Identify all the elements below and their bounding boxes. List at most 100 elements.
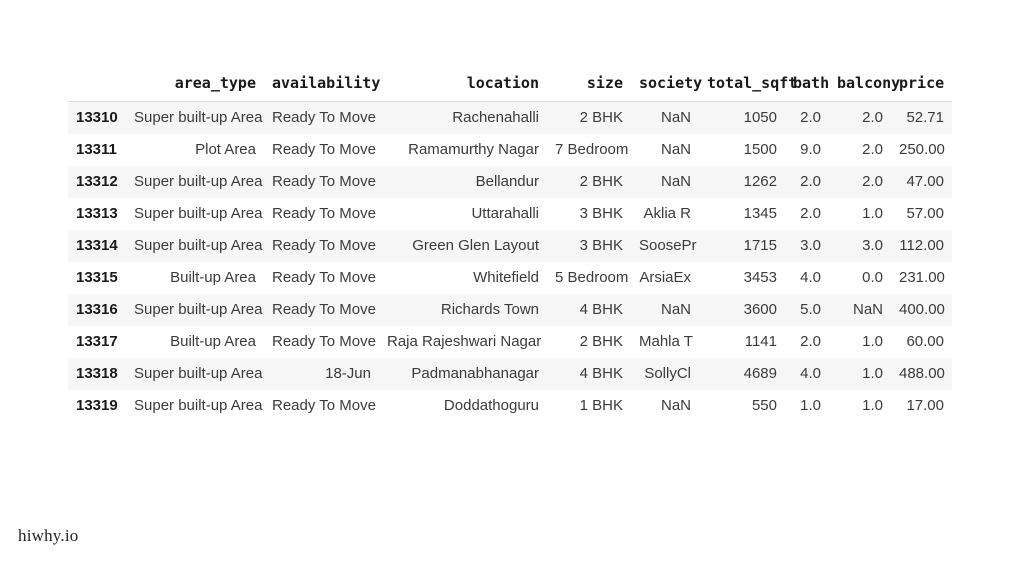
table-body: 13310 Super built-up Area Ready To Move … — [68, 101, 952, 422]
cell-society: NaN — [660, 141, 691, 158]
cell-price: 57.00 — [906, 205, 944, 222]
row-index: 13317 — [76, 333, 118, 350]
cell-location: Ramamurthy Nagar — [408, 141, 539, 158]
cell-size: 2 BHK — [579, 333, 623, 350]
cell-size: 5 Bedroom — [555, 269, 629, 286]
cell-society: Aklia R — [643, 205, 691, 222]
cell-total-sqft: 1262 — [743, 173, 777, 190]
cell-availability: Ready To Move — [272, 205, 376, 222]
cell-size: 1 BHK — [579, 397, 623, 414]
dataframe-table: area_type availability location size soc… — [68, 74, 952, 422]
cell-area-type: Built-up Area — [170, 269, 256, 286]
row-index: 13319 — [76, 397, 118, 414]
cell-size: 7 Bedroom — [555, 141, 629, 158]
cell-price: 488.00 — [899, 365, 945, 382]
cell-location: Doddathoguru — [443, 397, 539, 414]
cell-society: NaN — [660, 109, 691, 127]
header-row: area_type availability location size soc… — [68, 74, 952, 102]
cell-total-sqft: 550 — [751, 397, 777, 414]
cell-bath: 4.0 — [800, 365, 821, 382]
cell-price: 52.71 — [906, 109, 944, 127]
column-header-balcony: balcony — [829, 74, 900, 102]
table-row: 13317 Built-up Area Ready To Move Raja R… — [68, 325, 952, 358]
cell-balcony: 2.0 — [862, 109, 883, 127]
cell-balcony: 1.0 — [862, 205, 883, 222]
cell-bath: 3.0 — [800, 237, 821, 254]
cell-location: Green Glen Layout — [412, 237, 539, 254]
row-index: 13314 — [76, 237, 118, 254]
cell-area-type: Super built-up Area — [134, 365, 263, 382]
cell-size: 2 BHK — [579, 109, 623, 127]
cell-price: 231.00 — [899, 269, 945, 286]
dataframe-container: area_type availability location size soc… — [68, 74, 952, 422]
column-header-index — [68, 74, 126, 102]
column-header-area-type: area_type — [126, 74, 264, 102]
cell-location: Uttarahalli — [471, 205, 539, 222]
cell-location: Padmanabhanagar — [411, 365, 539, 382]
table-row: 13314 Super built-up Area Ready To Move … — [68, 229, 952, 262]
cell-area-type: Super built-up Area — [134, 397, 263, 414]
cell-society: ArsiaEx — [639, 269, 691, 286]
cell-society: NaN — [660, 173, 691, 190]
cell-location: Whitefield — [473, 269, 539, 286]
cell-balcony: 1.0 — [862, 397, 883, 414]
cell-balcony: 1.0 — [862, 365, 883, 382]
table-row: 13319 Super built-up Area Ready To Move … — [68, 389, 952, 422]
cell-total-sqft: 1050 — [743, 109, 777, 127]
cell-price: 112.00 — [899, 237, 944, 254]
cell-location: Rachenahalli — [452, 109, 539, 127]
cell-availability: Ready To Move — [272, 141, 376, 158]
cell-availability: Ready To Move — [272, 173, 376, 190]
cell-balcony: 2.0 — [862, 141, 883, 158]
cell-availability: Ready To Move — [272, 301, 376, 318]
cell-price: 60.00 — [906, 333, 944, 350]
cell-price: 17.00 — [906, 397, 944, 414]
cell-availability: Ready To Move — [272, 109, 376, 127]
table-row: 13318 Super built-up Area 18-Jun Padmana… — [68, 357, 952, 390]
cell-size: 2 BHK — [579, 173, 623, 190]
cell-total-sqft: 1141 — [744, 333, 777, 350]
cell-bath: 5.0 — [800, 301, 821, 318]
cell-availability: Ready To Move — [272, 397, 376, 414]
column-header-size: size — [547, 74, 631, 102]
column-header-society: society — [631, 74, 702, 102]
cell-area-type: Super built-up Area — [134, 173, 263, 190]
cell-bath: 2.0 — [800, 109, 821, 127]
cell-total-sqft: 1345 — [743, 205, 777, 222]
cell-bath: 2.0 — [800, 205, 821, 222]
cell-bath: 1.0 — [800, 397, 821, 414]
cell-price: 400.00 — [899, 301, 945, 318]
cell-price: 250.00 — [899, 141, 945, 158]
table-header: area_type availability location size soc… — [68, 74, 952, 102]
cell-area-type: Plot Area — [195, 141, 256, 158]
cell-society: Mahla T — [639, 333, 693, 350]
cell-area-type: Built-up Area — [170, 333, 256, 350]
column-header-location: location — [379, 74, 547, 102]
cell-size: 3 BHK — [579, 205, 623, 222]
row-index: 13311 — [76, 141, 117, 158]
cell-society: SoosePr — [639, 237, 697, 254]
cell-availability: Ready To Move — [272, 333, 376, 350]
row-index: 13310 — [76, 109, 118, 127]
row-index: 13315 — [76, 269, 118, 286]
cell-bath: 9.0 — [800, 141, 821, 158]
row-index: 13312 — [76, 173, 118, 190]
cell-bath: 2.0 — [800, 173, 821, 190]
cell-society: NaN — [660, 301, 691, 318]
table-row: 13312 Super built-up Area Ready To Move … — [68, 165, 952, 198]
cell-total-sqft: 1500 — [743, 141, 777, 158]
column-header-availability: availability — [264, 74, 380, 102]
cell-total-sqft: 3600 — [743, 301, 777, 318]
cell-balcony: 0.0 — [862, 269, 883, 286]
cell-bath: 4.0 — [800, 269, 821, 286]
cell-location: Raja Rajeshwari Nagar — [387, 333, 542, 350]
cell-availability: 18-Jun — [325, 365, 371, 382]
cell-area-type: Super built-up Area — [134, 205, 263, 222]
table-row: 13311 Plot Area Ready To Move Ramamurthy… — [68, 133, 952, 166]
row-index: 13313 — [76, 205, 118, 222]
cell-bath: 2.0 — [800, 333, 821, 350]
cell-society: SollyCl — [644, 365, 691, 382]
table-row: 13313 Super built-up Area Ready To Move … — [68, 197, 952, 230]
cell-area-type: Super built-up Area — [134, 109, 263, 127]
cell-availability: Ready To Move — [272, 237, 376, 254]
